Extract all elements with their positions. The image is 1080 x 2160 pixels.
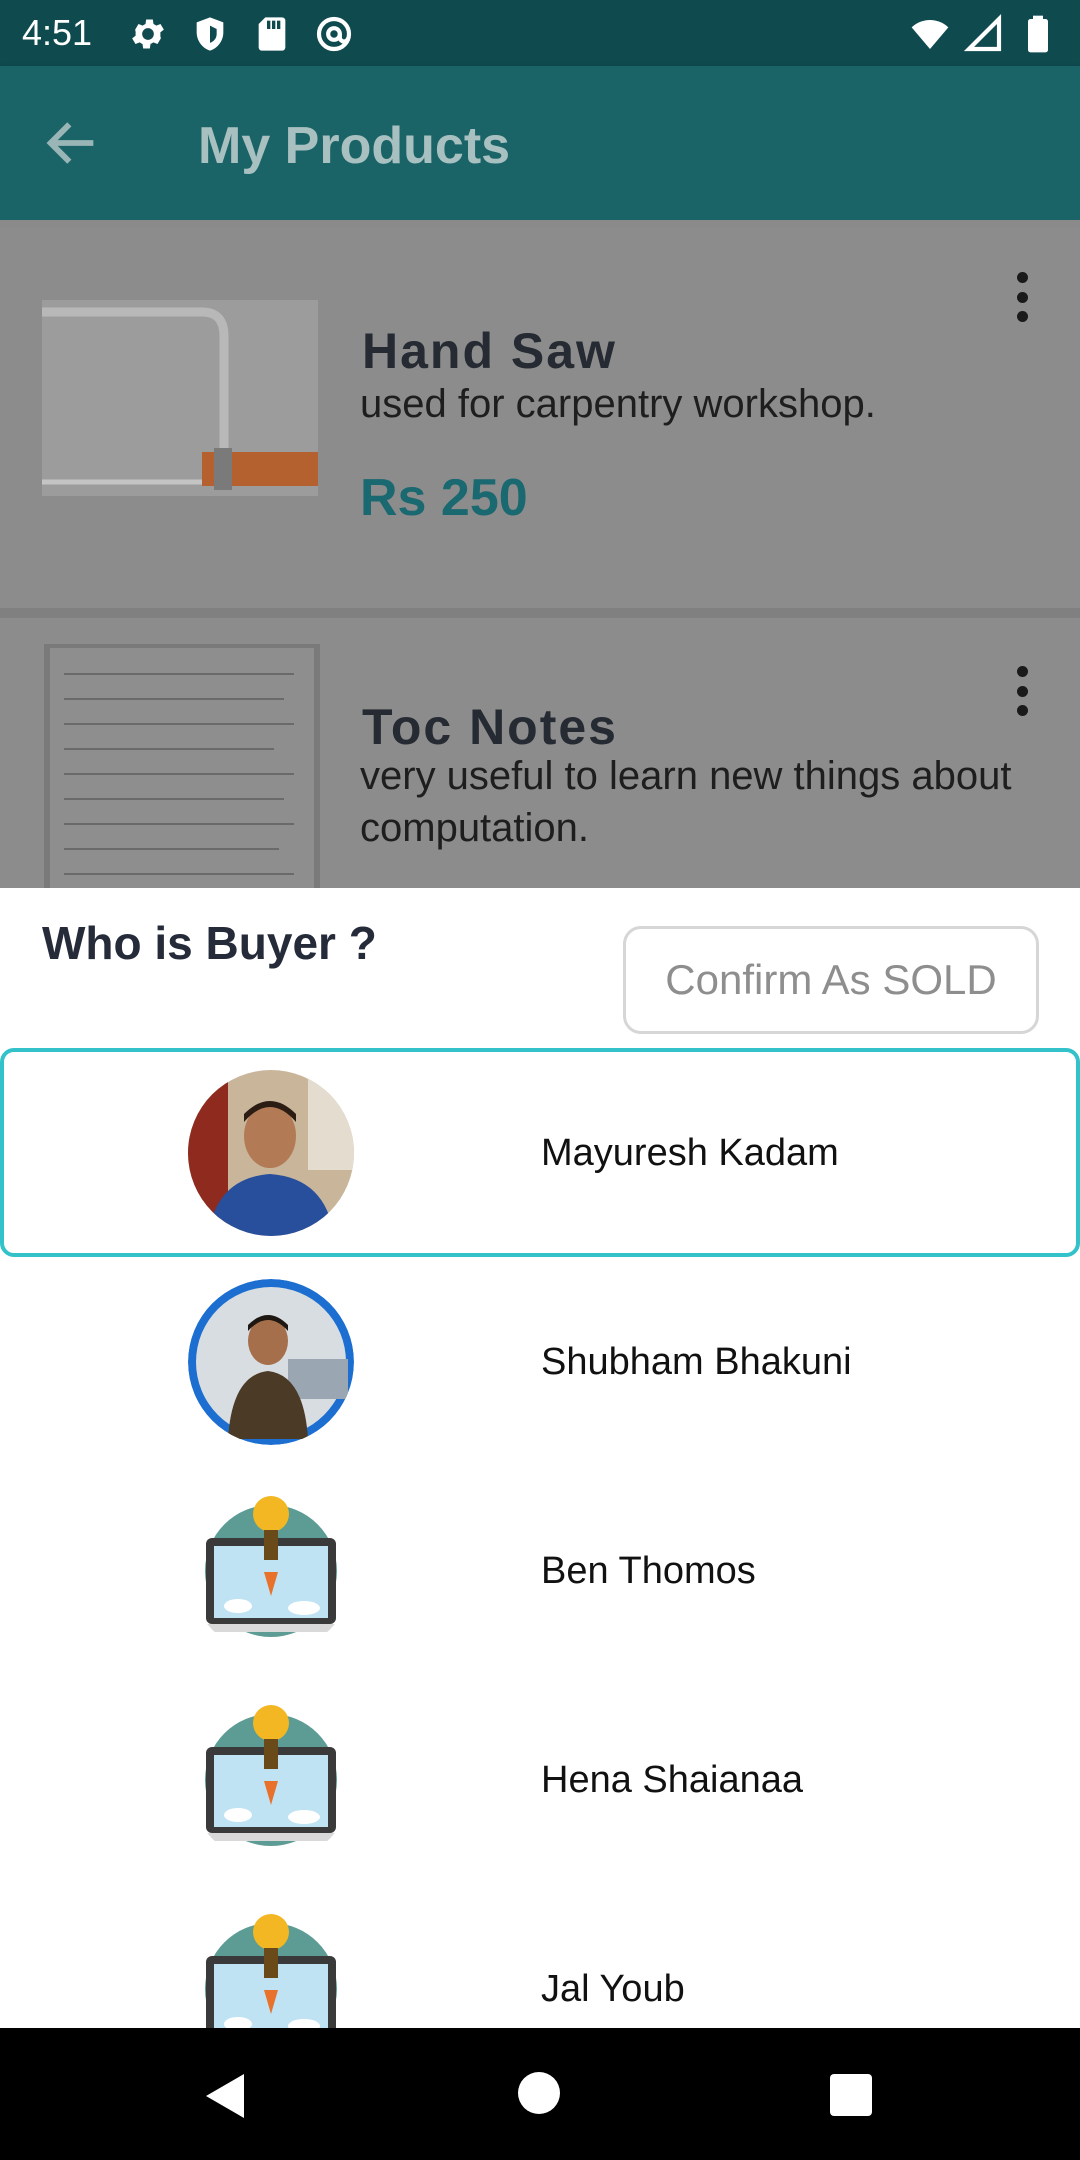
- more-options-icon[interactable]: [1014, 666, 1030, 716]
- product-description: very useful to learn new things about co…: [360, 754, 1012, 850]
- status-bar: 4:51: [0, 0, 1080, 66]
- app-bar: My Products: [0, 66, 1080, 220]
- page-title: My Products: [198, 117, 511, 175]
- product-description: used for carpentry workshop.: [360, 382, 876, 426]
- buyer-name: Jal Youb: [541, 1968, 685, 2010]
- product-image-hand-saw: [42, 300, 318, 496]
- product-card[interactable]: Hand Saw used for carpentry workshop. Rs…: [0, 228, 1080, 608]
- sheet-title: Who is Buyer ?: [42, 917, 377, 969]
- status-time: 4:51: [22, 12, 93, 53]
- buyer-name: Mayuresh Kadam: [541, 1132, 839, 1174]
- confirm-sold-button[interactable]: Confirm As SOLD: [623, 926, 1039, 1034]
- shield-icon: [196, 17, 224, 51]
- buyer-row[interactable]: Jal Youb: [0, 1884, 1080, 2028]
- system-nav-bar: [0, 2028, 1080, 2160]
- buyer-row[interactable]: Hena Shaianaa: [0, 1675, 1080, 1884]
- rocket-laptop-icon: [188, 1697, 354, 1863]
- sd-card-icon: [258, 17, 286, 51]
- product-name: Toc Notes: [362, 699, 618, 755]
- buyer-name: Hena Shaianaa: [541, 1759, 803, 1801]
- status-icons-left: [128, 14, 354, 54]
- more-options-icon[interactable]: [1014, 272, 1030, 322]
- buyer-bottom-sheet: Who is Buyer ? Confirm As SOLD Mayuresh …: [0, 888, 1080, 2028]
- buyer-name: Shubham Bhakuni: [541, 1341, 852, 1383]
- nav-back-icon[interactable]: [204, 2072, 248, 2120]
- rocket-laptop-icon: [188, 1488, 354, 1654]
- buyer-row[interactable]: Shubham Bhakuni: [0, 1257, 1080, 1466]
- wifi-icon: [911, 20, 949, 49]
- product-name: Hand Saw: [362, 323, 617, 379]
- divider: [0, 608, 1080, 618]
- buyer-name: Ben Thomos: [541, 1550, 756, 1592]
- product-price: Rs 250: [360, 469, 528, 527]
- status-icons-right: [910, 14, 1058, 54]
- buyer-row[interactable]: Mayuresh Kadam: [0, 1048, 1080, 1257]
- buyer-row[interactable]: Ben Thomos: [0, 1466, 1080, 1675]
- avatar: [188, 1070, 354, 1236]
- battery-icon: [1028, 15, 1048, 53]
- nav-home-icon[interactable]: [518, 2072, 560, 2114]
- avatar: [188, 1279, 354, 1445]
- nav-recents-icon[interactable]: [830, 2074, 872, 2116]
- gear-icon: [132, 19, 164, 49]
- product-image-toc-notes: [44, 644, 320, 888]
- product-list: Hand Saw used for carpentry workshop. Rs…: [0, 220, 1080, 888]
- buyer-list: Mayuresh Kadam Shubham Bhakuni Ben Thomo…: [0, 1048, 1080, 2028]
- arrow-left-icon[interactable]: [40, 111, 104, 175]
- rocket-laptop-icon: [188, 1906, 354, 2028]
- cell-signal-icon: [964, 14, 1002, 52]
- at-sign-icon: [316, 16, 352, 52]
